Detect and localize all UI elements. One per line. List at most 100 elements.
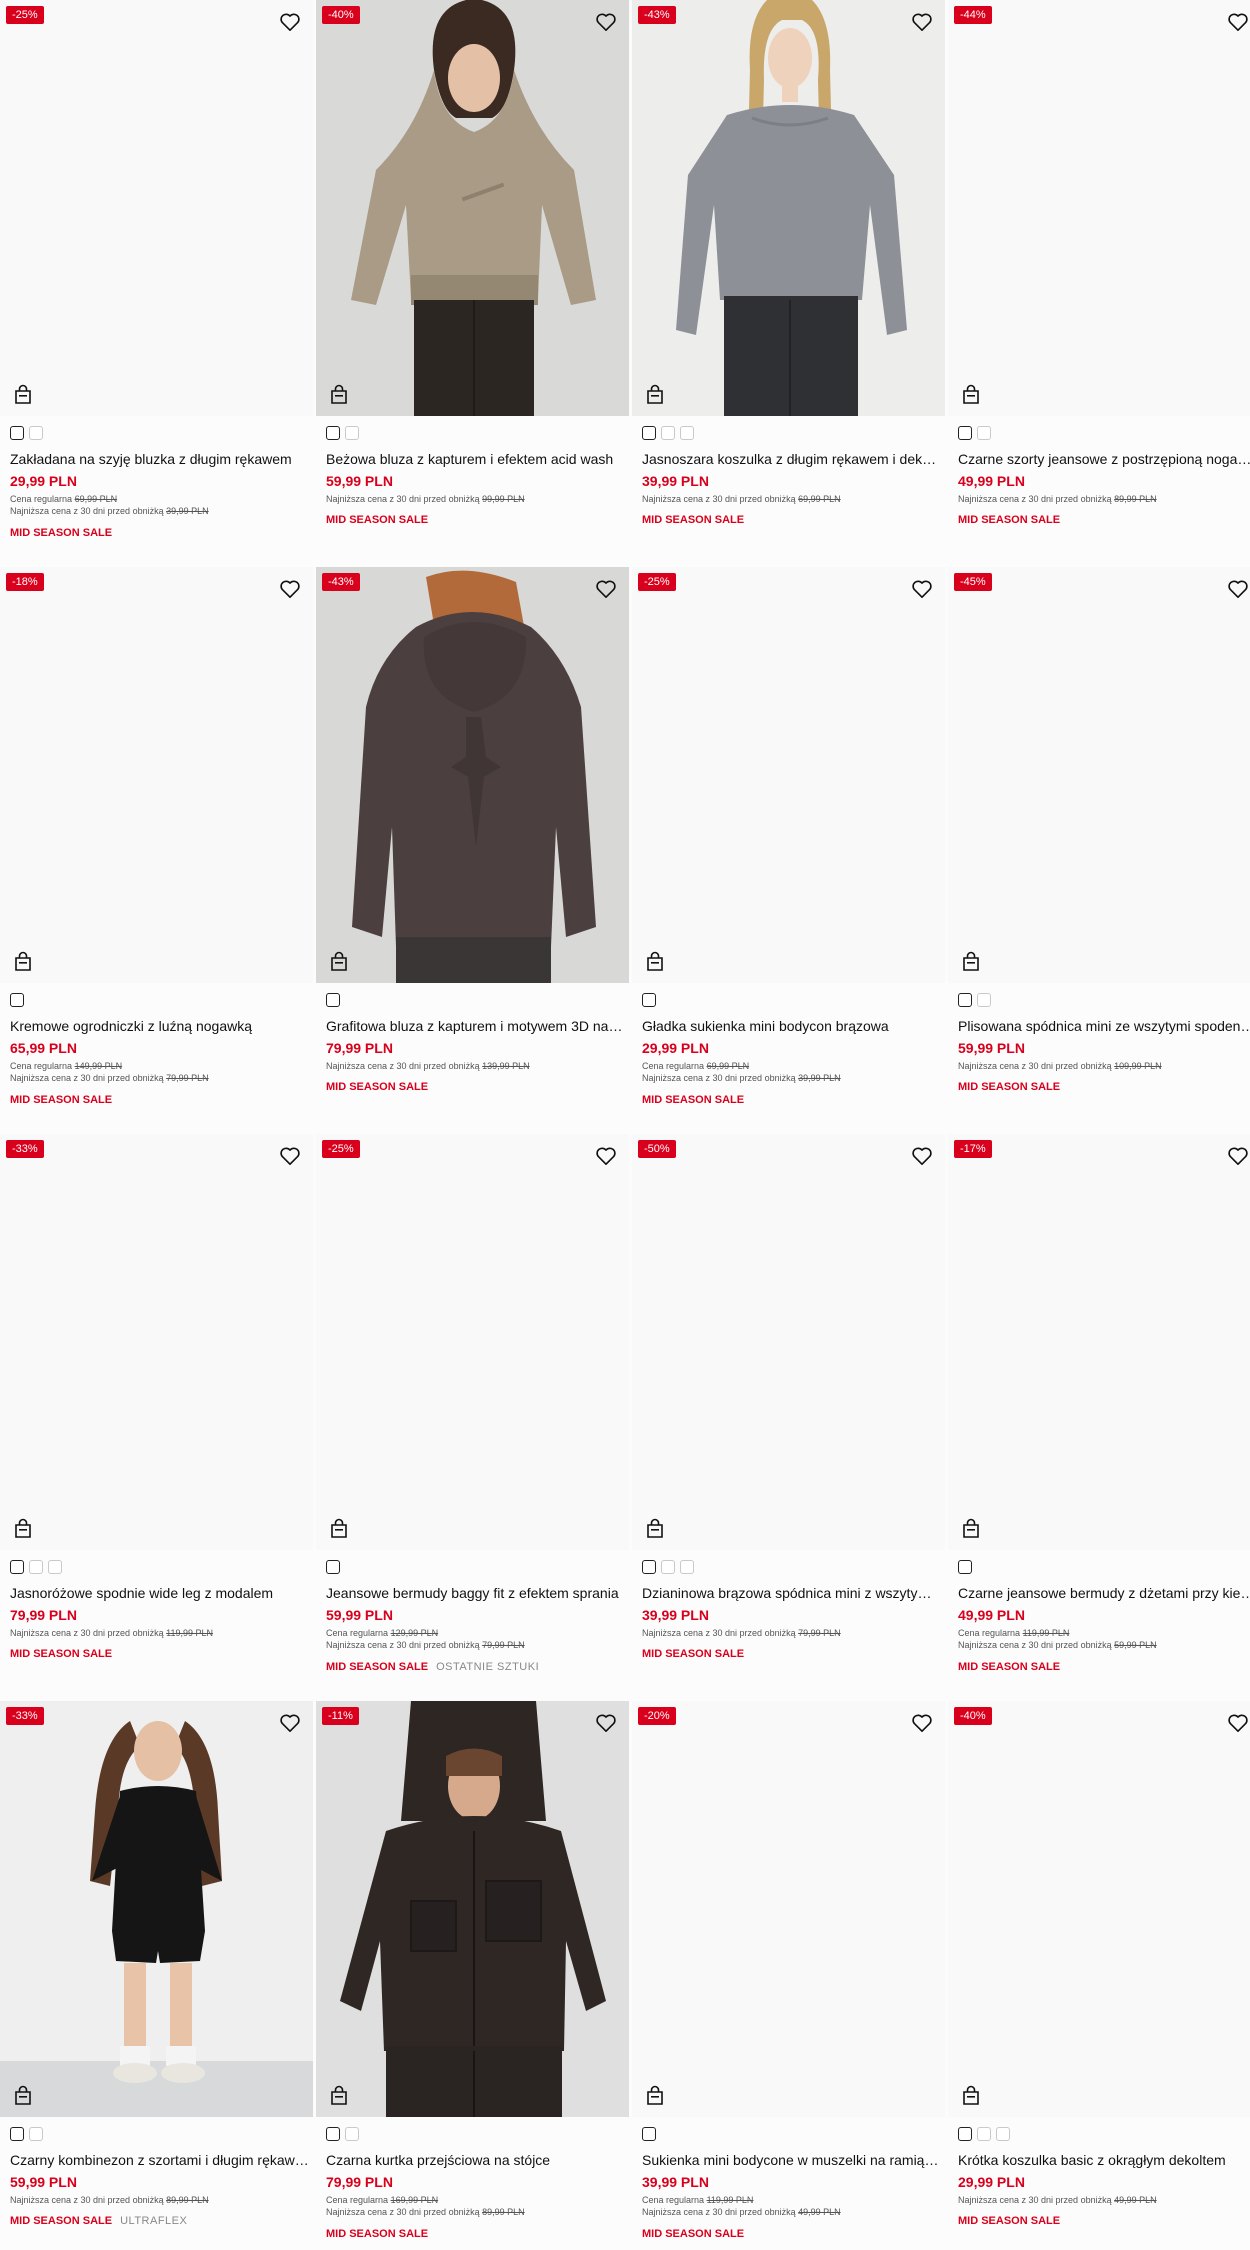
product-card[interactable]: -18% Kremowe ogrodniczki z luźną nogawką 6… xyxy=(0,567,313,1134)
product-card[interactable]: -45% Plisowana spódnica mini ze wszytymi … xyxy=(948,567,1250,1134)
product-title[interactable]: Krótka koszulka basic z okrągłym dekolte… xyxy=(958,2151,1250,2169)
heart-icon[interactable] xyxy=(1227,579,1249,599)
product-image[interactable]: -17% xyxy=(948,1134,1250,1550)
color-swatch[interactable] xyxy=(642,993,656,1007)
product-photo[interactable] xyxy=(316,0,629,416)
color-swatch[interactable] xyxy=(680,1560,694,1574)
color-swatch[interactable] xyxy=(10,426,24,440)
color-swatch[interactable] xyxy=(326,1560,340,1574)
shopping-bag-icon[interactable] xyxy=(646,384,664,404)
color-swatch[interactable] xyxy=(10,1560,24,1574)
shopping-bag-icon[interactable] xyxy=(14,2085,32,2105)
product-photo[interactable] xyxy=(0,1701,313,2117)
product-title[interactable]: Czarny kombinezon z szortami i długim rę… xyxy=(10,2151,310,2169)
shopping-bag-icon[interactable] xyxy=(962,384,980,404)
color-swatch[interactable] xyxy=(996,2127,1010,2141)
product-title[interactable]: Jeansowe bermudy baggy fit z efektem spr… xyxy=(326,1584,626,1602)
product-title[interactable]: Czarne szorty jeansowe z postrzępioną no… xyxy=(958,450,1250,468)
product-title[interactable]: Dzianinowa brązowa spódnica mini z wszyt… xyxy=(642,1584,942,1602)
heart-icon[interactable] xyxy=(279,1713,301,1733)
color-swatch[interactable] xyxy=(642,1560,656,1574)
color-swatch[interactable] xyxy=(345,2127,359,2141)
shopping-bag-icon[interactable] xyxy=(14,951,32,971)
product-card[interactable]: -25% Zakładana na szyję bluzka z długim r… xyxy=(0,0,313,567)
product-title[interactable]: Gładka sukienka mini bodycon brązowa xyxy=(642,1017,942,1035)
heart-icon[interactable] xyxy=(595,579,617,599)
heart-icon[interactable] xyxy=(911,1713,933,1733)
color-swatch[interactable] xyxy=(10,993,24,1007)
product-card[interactable]: -40% Beżowa bluza z kapturem i efektem ac… xyxy=(316,0,629,567)
shopping-bag-icon[interactable] xyxy=(14,384,32,404)
shopping-bag-icon[interactable] xyxy=(330,384,348,404)
color-swatch[interactable] xyxy=(326,2127,340,2141)
product-image[interactable]: -25% xyxy=(632,567,945,983)
color-swatch[interactable] xyxy=(977,426,991,440)
color-swatch[interactable] xyxy=(958,993,972,1007)
product-image[interactable]: -25% xyxy=(316,1134,629,1550)
product-image[interactable]: -33% xyxy=(0,1134,313,1550)
product-card[interactable]: -25% Jeansowe bermudy baggy fit z efektem… xyxy=(316,1134,629,1701)
product-image[interactable]: -18% xyxy=(0,567,313,983)
shopping-bag-icon[interactable] xyxy=(330,2085,348,2105)
shopping-bag-icon[interactable] xyxy=(962,951,980,971)
color-swatch[interactable] xyxy=(958,1560,972,1574)
product-title[interactable]: Czarne jeansowe bermudy z dżetami przy k… xyxy=(958,1584,1250,1602)
heart-icon[interactable] xyxy=(911,579,933,599)
color-swatch[interactable] xyxy=(642,426,656,440)
product-card[interactable]: -20% Sukienka mini bodycone w muszelki na… xyxy=(632,1701,945,2250)
heart-icon[interactable] xyxy=(1227,12,1249,32)
product-card[interactable]: -40% Krótka koszulka basic z okrągłym dek… xyxy=(948,1701,1250,2250)
product-title[interactable]: Zakładana na szyję bluzka z długim rękaw… xyxy=(10,450,310,468)
color-swatch[interactable] xyxy=(642,2127,656,2141)
shopping-bag-icon[interactable] xyxy=(330,1518,348,1538)
product-title[interactable]: Plisowana spódnica mini ze wszytymi spod… xyxy=(958,1017,1250,1035)
product-card[interactable]: -43% Grafitowa bluza z kapturem i motywem… xyxy=(316,567,629,1134)
heart-icon[interactable] xyxy=(279,1146,301,1166)
shopping-bag-icon[interactable] xyxy=(646,2085,664,2105)
heart-icon[interactable] xyxy=(1227,1146,1249,1166)
heart-icon[interactable] xyxy=(911,12,933,32)
color-swatch[interactable] xyxy=(326,993,340,1007)
color-swatch[interactable] xyxy=(958,426,972,440)
product-image[interactable]: -40% xyxy=(948,1701,1250,2117)
product-card[interactable]: -44% Czarne szorty jeansowe z postrzępion… xyxy=(948,0,1250,567)
shopping-bag-icon[interactable] xyxy=(14,1518,32,1538)
color-swatch[interactable] xyxy=(345,426,359,440)
shopping-bag-icon[interactable] xyxy=(330,951,348,971)
color-swatch[interactable] xyxy=(977,2127,991,2141)
product-image[interactable]: -20% xyxy=(632,1701,945,2117)
product-image[interactable]: -44% xyxy=(948,0,1250,416)
product-card[interactable]: -33% Czarny kombinezon z szortami i długi… xyxy=(0,1701,313,2250)
heart-icon[interactable] xyxy=(595,1713,617,1733)
product-image[interactable]: -40% xyxy=(316,0,629,416)
product-title[interactable]: Jasnoróżowe spodnie wide leg z modalem xyxy=(10,1584,310,1602)
product-image[interactable]: -25% xyxy=(0,0,313,416)
product-image[interactable]: -45% xyxy=(948,567,1250,983)
color-swatch[interactable] xyxy=(958,2127,972,2141)
color-swatch[interactable] xyxy=(29,2127,43,2141)
product-card[interactable]: -50% Dzianinowa brązowa spódnica mini z w… xyxy=(632,1134,945,1701)
product-photo[interactable] xyxy=(316,1701,629,2117)
heart-icon[interactable] xyxy=(911,1146,933,1166)
shopping-bag-icon[interactable] xyxy=(646,951,664,971)
color-swatch[interactable] xyxy=(10,2127,24,2141)
shopping-bag-icon[interactable] xyxy=(962,1518,980,1538)
product-image[interactable]: -43% xyxy=(632,0,945,416)
heart-icon[interactable] xyxy=(1227,1713,1249,1733)
product-image[interactable]: -11% xyxy=(316,1701,629,2117)
product-title[interactable]: Grafitowa bluza z kapturem i motywem 3D … xyxy=(326,1017,626,1035)
heart-icon[interactable] xyxy=(595,1146,617,1166)
color-swatch[interactable] xyxy=(661,1560,675,1574)
shopping-bag-icon[interactable] xyxy=(646,1518,664,1538)
color-swatch[interactable] xyxy=(326,426,340,440)
color-swatch[interactable] xyxy=(977,993,991,1007)
product-photo[interactable] xyxy=(632,0,945,416)
product-title[interactable]: Czarna kurtka przejściowa na stójce xyxy=(326,2151,626,2169)
shopping-bag-icon[interactable] xyxy=(962,2085,980,2105)
product-title[interactable]: Kremowe ogrodniczki z luźną nogawką xyxy=(10,1017,310,1035)
color-swatch[interactable] xyxy=(29,1560,43,1574)
heart-icon[interactable] xyxy=(279,579,301,599)
color-swatch[interactable] xyxy=(29,426,43,440)
product-title[interactable]: Jasnoszara koszulka z długim rękawem i d… xyxy=(642,450,942,468)
heart-icon[interactable] xyxy=(279,12,301,32)
